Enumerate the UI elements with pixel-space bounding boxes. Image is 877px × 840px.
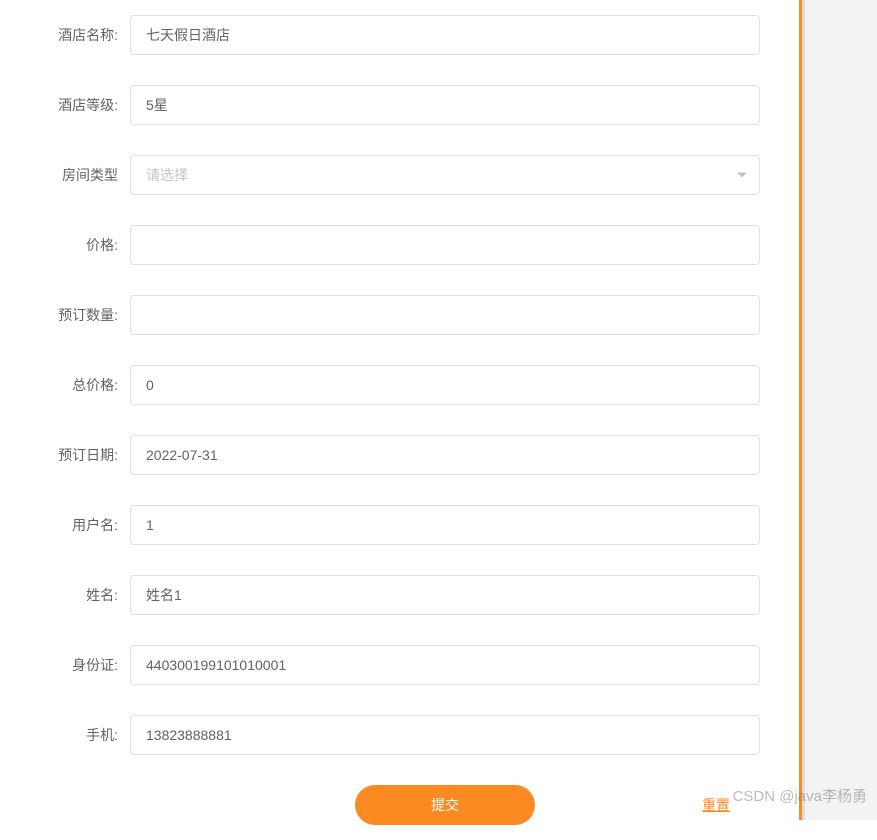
hotel-booking-form: 酒店名称: 酒店等级: 房间类型 请选择 价格: 预订数量: 总价格: [0, 0, 800, 840]
form-row-room-type: 房间类型 请选择 [40, 155, 760, 195]
label-id-card: 身份证: [40, 655, 130, 675]
select-room-type[interactable]: 请选择 [130, 155, 760, 195]
label-price: 价格: [40, 235, 130, 255]
input-book-date[interactable] [130, 435, 760, 475]
label-room-type: 房间类型 [40, 165, 130, 185]
label-username: 用户名: [40, 515, 130, 535]
form-row-phone: 手机: [40, 715, 760, 755]
input-id-card[interactable] [130, 645, 760, 685]
form-row-total-price: 总价格: [40, 365, 760, 405]
form-row-username: 用户名: [40, 505, 760, 545]
label-hotel-name: 酒店名称: [40, 25, 130, 45]
input-username[interactable] [130, 505, 760, 545]
watermark-text: CSDN @java李杨勇 [733, 785, 867, 806]
label-total-price: 总价格: [40, 375, 130, 395]
form-row-hotel-name: 酒店名称: [40, 15, 760, 55]
input-price[interactable] [130, 225, 760, 265]
label-book-qty: 预订数量: [40, 305, 130, 325]
input-book-qty[interactable] [130, 295, 760, 335]
right-panel [805, 0, 877, 820]
input-total-price[interactable] [130, 365, 760, 405]
label-book-date: 预订日期: [40, 445, 130, 465]
form-row-book-qty: 预订数量: [40, 295, 760, 335]
label-name: 姓名: [40, 585, 130, 605]
select-placeholder: 请选择 [146, 165, 188, 185]
input-hotel-level[interactable] [130, 85, 760, 125]
input-hotel-name[interactable] [130, 15, 760, 55]
form-row-name: 姓名: [40, 575, 760, 615]
chevron-down-icon [737, 173, 747, 178]
label-phone: 手机: [40, 725, 130, 745]
form-row-price: 价格: [40, 225, 760, 265]
form-row-book-date: 预订日期: [40, 435, 760, 475]
form-row-hotel-level: 酒店等级: [40, 85, 760, 125]
submit-button[interactable]: 提交 [355, 785, 535, 825]
input-name[interactable] [130, 575, 760, 615]
form-actions: 提交 重置 [40, 785, 760, 825]
input-phone[interactable] [130, 715, 760, 755]
reset-button[interactable]: 重置 [702, 795, 730, 815]
label-hotel-level: 酒店等级: [40, 95, 130, 115]
form-row-id-card: 身份证: [40, 645, 760, 685]
